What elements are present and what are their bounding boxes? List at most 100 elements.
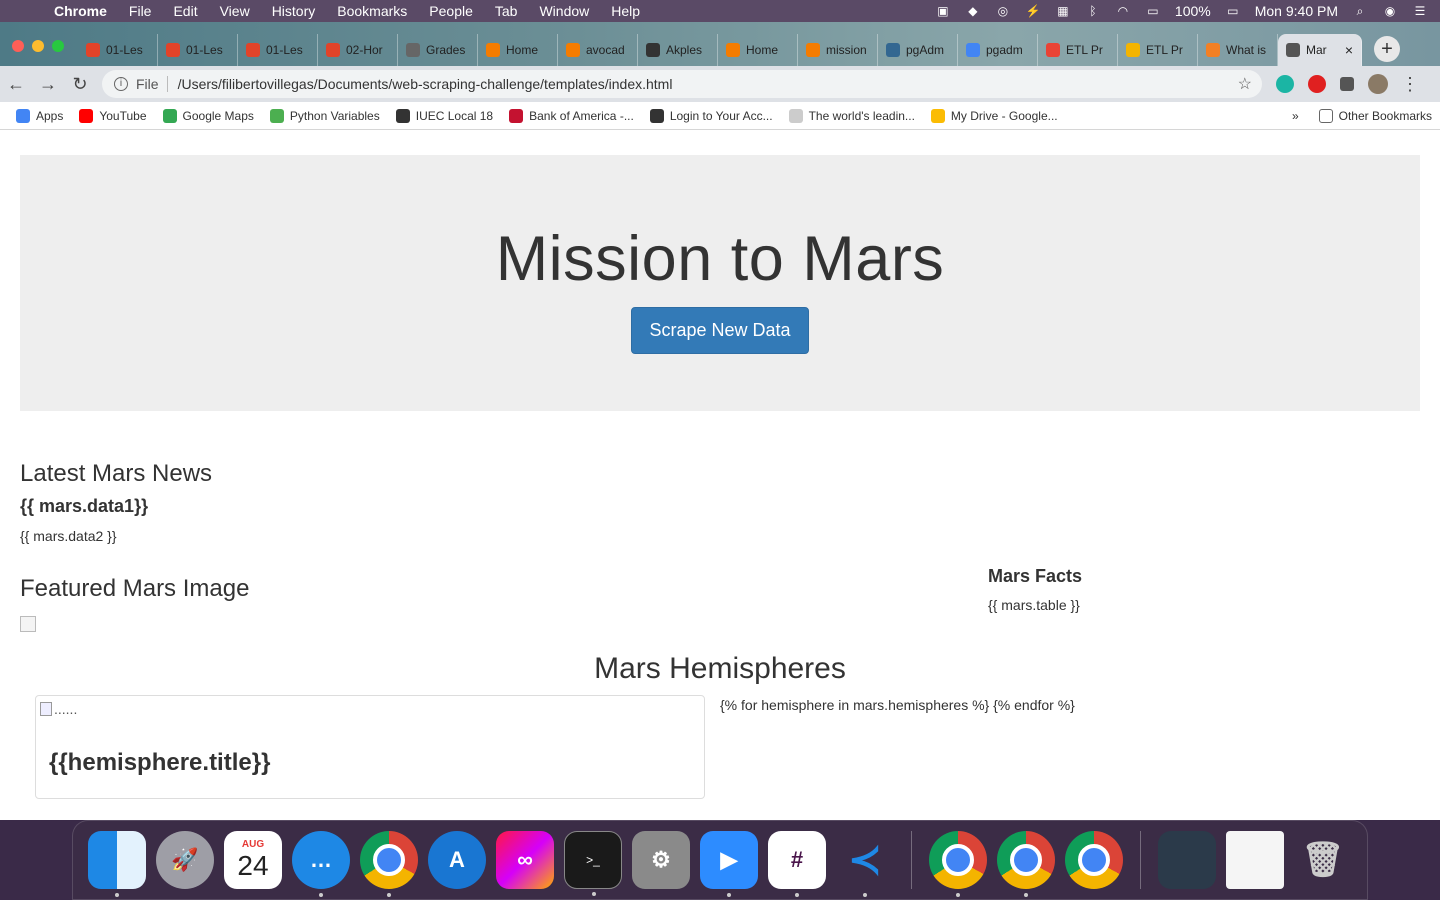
dock-chrome-window-3-icon[interactable] xyxy=(1065,831,1123,889)
bookmark-item[interactable]: The world's leadin... xyxy=(781,108,923,123)
dock-minimized-window-icon[interactable] xyxy=(1158,831,1216,889)
dock-minimized-chrome-window-icon[interactable] xyxy=(1226,831,1284,889)
creative-cloud-status-icon[interactable]: ◎ xyxy=(995,4,1011,18)
tab[interactable]: mission xyxy=(798,34,878,66)
menu-file[interactable]: File xyxy=(118,0,163,22)
address-url[interactable]: /Users/filibertovillegas/Documents/web-s… xyxy=(178,76,673,92)
spotlight-search-icon[interactable]: ⌕ xyxy=(1352,4,1368,18)
facts-table: {{ mars.table }} xyxy=(988,597,1080,613)
forward-button[interactable]: → xyxy=(32,74,64,95)
extension-m-icon[interactable] xyxy=(1276,75,1294,93)
extensions-puzzle-icon[interactable] xyxy=(1340,77,1354,91)
tab-label: 01-Les xyxy=(106,43,143,57)
new-tab-button[interactable]: + xyxy=(1374,36,1400,62)
tab[interactable]: 02-Hor xyxy=(318,34,398,66)
tab[interactable]: pgadm xyxy=(958,34,1038,66)
dock-chrome-icon[interactable] xyxy=(360,831,418,897)
bookmark-favicon-icon xyxy=(16,108,30,123)
bookmark-item[interactable]: YouTube xyxy=(71,108,154,123)
bookmark-item[interactable]: Login to Your Acc... xyxy=(642,108,781,123)
tab[interactable]: ETL Pr xyxy=(1118,34,1198,66)
bookmark-favicon-icon xyxy=(649,108,664,123)
globe-icon xyxy=(1286,43,1300,57)
menu-history[interactable]: History xyxy=(261,0,327,22)
web-page: Mission to Mars Scrape New Data Latest M… xyxy=(0,130,1440,820)
menu-tab[interactable]: Tab xyxy=(484,0,529,22)
wifi-icon[interactable]: ◠ xyxy=(1115,4,1131,18)
tab[interactable]: 01-Les xyxy=(238,34,318,66)
battery-percent[interactable]: 100% xyxy=(1175,3,1211,19)
menu-bookmarks[interactable]: Bookmarks xyxy=(326,0,418,22)
tab-active[interactable]: Mar × xyxy=(1278,34,1362,66)
notification-center-icon[interactable]: ☰ xyxy=(1412,4,1428,18)
back-button[interactable]: ← xyxy=(0,74,32,95)
dock-creative-cloud-icon[interactable]: ∞ xyxy=(496,831,554,889)
close-window-button[interactable] xyxy=(12,40,24,52)
bookmark-item[interactable]: Apps xyxy=(8,108,71,123)
menu-app-name[interactable]: Chrome xyxy=(46,0,118,22)
close-tab-icon[interactable]: × xyxy=(1345,42,1353,58)
gmail-icon xyxy=(1046,43,1060,57)
scrape-new-data-button[interactable]: Scrape New Data xyxy=(631,307,809,354)
bookmark-item[interactable]: Python Variables xyxy=(262,108,388,123)
chrome-menu-icon[interactable]: ⋮ xyxy=(1394,74,1426,95)
refresh-icon xyxy=(486,43,500,57)
dock-chrome-window-1-icon[interactable] xyxy=(929,831,987,897)
dock-vscode-icon[interactable]: ≺ xyxy=(836,831,894,897)
bookmark-favicon-icon xyxy=(162,108,177,123)
dock-app-store-icon[interactable]: A xyxy=(428,831,486,889)
dock-zoom-icon[interactable]: ▶ xyxy=(700,831,758,897)
other-bookmarks-folder[interactable]: Other Bookmarks xyxy=(1311,108,1440,123)
zoom-status-icon[interactable]: ▣ xyxy=(935,4,951,18)
profile-avatar[interactable] xyxy=(1368,74,1388,94)
bookmark-item[interactable]: Bank of America -... xyxy=(501,108,642,123)
bookmark-item[interactable]: IUEC Local 18 xyxy=(388,108,501,123)
tab[interactable]: 01-Les xyxy=(78,34,158,66)
dock-launchpad-icon[interactable]: 🚀 xyxy=(156,831,214,889)
dock-messages-icon[interactable]: … xyxy=(292,831,350,897)
bookmarks-overflow-button[interactable]: » xyxy=(1292,109,1311,123)
bolt-status-icon[interactable]: ⚡ xyxy=(1025,4,1041,18)
calendar-day: 24 xyxy=(237,849,269,881)
site-info-icon[interactable]: i xyxy=(114,77,128,91)
tab[interactable]: ETL Pr xyxy=(1038,34,1118,66)
dock-trash-icon[interactable]: 🗑 xyxy=(1294,831,1352,889)
siri-icon[interactable]: ◉ xyxy=(1382,4,1398,18)
battery-icon[interactable]: ▭ xyxy=(1225,4,1241,18)
bookmark-item[interactable]: My Drive - Google... xyxy=(923,108,1066,123)
tab[interactable]: avocad xyxy=(558,34,638,66)
menu-clock[interactable]: Mon 9:40 PM xyxy=(1255,3,1338,19)
menu-help[interactable]: Help xyxy=(600,0,651,22)
dock-terminal-icon[interactable]: >_ xyxy=(564,831,622,896)
tab[interactable]: What is xyxy=(1198,34,1278,66)
minimize-window-button[interactable] xyxy=(32,40,44,52)
tab[interactable]: Akples xyxy=(638,34,718,66)
grid-status-icon[interactable]: ▦ xyxy=(1055,4,1071,18)
dock-slack-icon[interactable]: # xyxy=(768,831,826,897)
tab[interactable]: Grades xyxy=(398,34,478,66)
airplay-icon[interactable]: ▭ xyxy=(1145,4,1161,18)
extension-opera-icon[interactable] xyxy=(1308,75,1326,93)
address-bar[interactable]: i File /Users/filibertovillegas/Document… xyxy=(102,70,1262,98)
tab[interactable]: pgAdm xyxy=(878,34,958,66)
tab[interactable]: Home xyxy=(718,34,798,66)
dock-finder-icon[interactable] xyxy=(88,831,146,897)
bookmark-star-icon[interactable]: ☆ xyxy=(1238,74,1252,94)
reload-button[interactable]: ↻ xyxy=(64,74,96,95)
menu-people[interactable]: People xyxy=(418,0,484,22)
fullscreen-window-button[interactable] xyxy=(52,40,64,52)
folder-icon xyxy=(1318,108,1333,123)
featured-image-heading: Featured Mars Image xyxy=(20,575,250,602)
dock-calendar-icon[interactable]: AUG 24 xyxy=(224,831,282,889)
menu-view[interactable]: View xyxy=(209,0,261,22)
menu-edit[interactable]: Edit xyxy=(162,0,208,22)
dock-system-preferences-icon[interactable]: ⚙ xyxy=(632,831,690,889)
bluetooth-icon[interactable]: ᛒ xyxy=(1085,4,1101,18)
evernote-status-icon[interactable]: ◆ xyxy=(965,4,981,18)
menu-window[interactable]: Window xyxy=(528,0,600,22)
bookmark-item[interactable]: Google Maps xyxy=(155,108,262,123)
tab[interactable]: 01-Les xyxy=(158,34,238,66)
tab-strip: 01-Les 01-Les 01-Les 02-Hor Grades Home avocad… xyxy=(0,22,1440,66)
dock-chrome-window-2-icon[interactable] xyxy=(997,831,1055,897)
tab[interactable]: Home xyxy=(478,34,558,66)
